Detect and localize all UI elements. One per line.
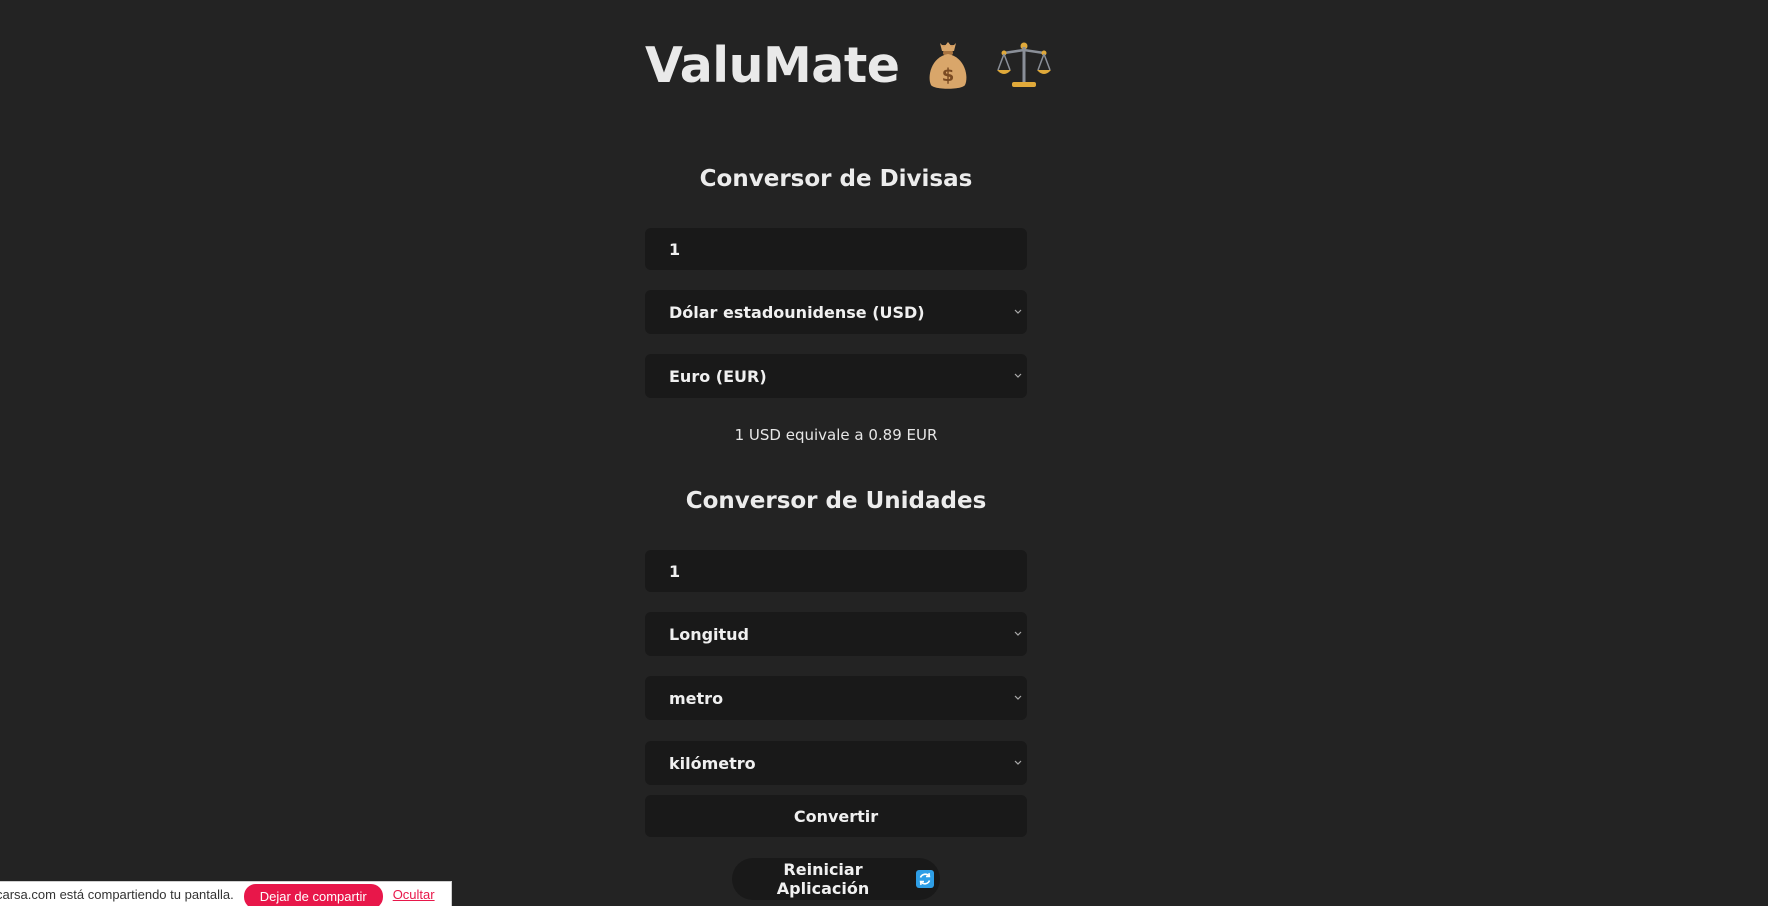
units-amount-field[interactable] bbox=[645, 550, 1027, 592]
balance-scale-icon bbox=[997, 37, 1052, 93]
hide-share-bar-link[interactable]: Ocultar bbox=[393, 887, 435, 902]
units-amount-input[interactable] bbox=[669, 561, 1027, 581]
screen-share-bar: carsa.com está compartiendo tu pantalla.… bbox=[0, 881, 452, 906]
to-unit-select[interactable]: kilómetro bbox=[645, 741, 1027, 785]
unit-category-select[interactable]: Longitud bbox=[645, 612, 1027, 656]
unit-category-value: Longitud bbox=[669, 624, 750, 644]
currency-amount-field[interactable] bbox=[645, 228, 1027, 270]
screen-share-message: carsa.com está compartiendo tu pantalla. bbox=[0, 886, 234, 902]
currency-result: 1 USD equivale a 0.89 EUR bbox=[734, 426, 938, 444]
reset-app-label: Reiniciar Aplicación bbox=[776, 860, 870, 898]
chevron-down-icon bbox=[1014, 373, 1022, 378]
chevron-down-icon bbox=[1014, 695, 1022, 700]
units-section-title: Conversor de Unidades bbox=[685, 488, 987, 514]
chevron-down-icon bbox=[1014, 309, 1022, 314]
reset-app-button[interactable]: Reiniciar Aplicación bbox=[732, 858, 940, 900]
refresh-icon bbox=[916, 870, 934, 888]
from-unit-value: metro bbox=[669, 688, 724, 708]
currency-amount-input[interactable] bbox=[669, 239, 1027, 259]
chevron-down-icon bbox=[1014, 631, 1022, 636]
currency-section-title: Conversor de Divisas bbox=[699, 166, 973, 192]
app-title-text: ValuMate bbox=[645, 36, 900, 94]
to-currency-select[interactable]: Euro (EUR) bbox=[645, 354, 1027, 398]
app-title: ValuMate $ bbox=[645, 30, 1115, 100]
to-currency-value: Euro (EUR) bbox=[669, 366, 767, 386]
from-currency-value: Dólar estadounidense (USD) bbox=[669, 302, 925, 322]
from-unit-select[interactable]: metro bbox=[645, 676, 1027, 720]
stop-sharing-button[interactable]: Dejar de compartir bbox=[243, 883, 383, 906]
svg-text:$: $ bbox=[942, 65, 955, 86]
convert-button[interactable]: Convertir bbox=[645, 795, 1027, 837]
money-bag-icon: $ bbox=[923, 37, 973, 93]
to-unit-value: kilómetro bbox=[669, 753, 756, 773]
chevron-down-icon bbox=[1014, 760, 1022, 765]
from-currency-select[interactable]: Dólar estadounidense (USD) bbox=[645, 290, 1027, 334]
